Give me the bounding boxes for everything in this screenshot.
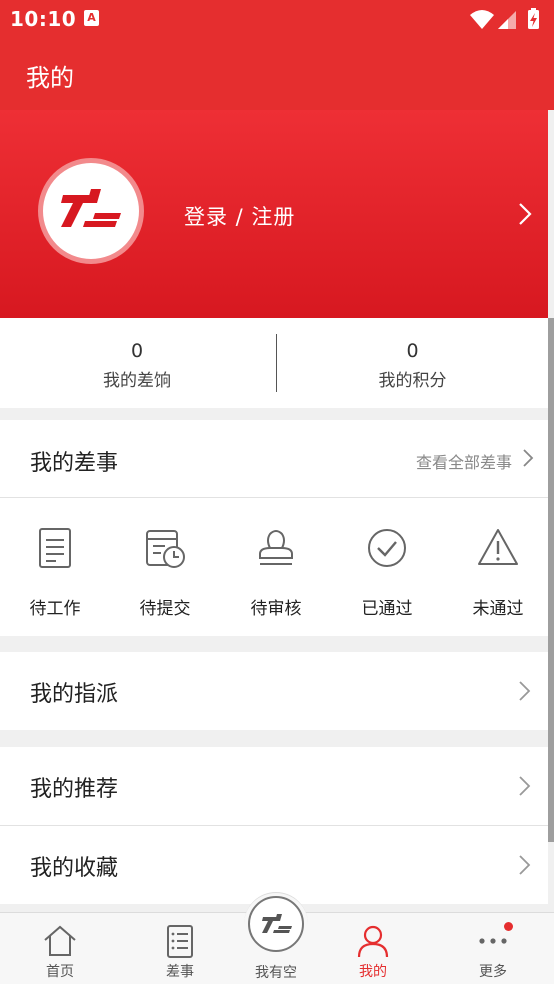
tab-label: 差事 (166, 964, 194, 980)
errands-header[interactable]: 我的差事 查看全部差事 (0, 420, 548, 498)
menu-item-assignments[interactable]: 我的指派 (0, 652, 548, 730)
status-pending-work[interactable]: 待工作 (0, 520, 110, 630)
warning-icon (478, 529, 518, 565)
view-all-link[interactable]: 查看全部差事 (416, 449, 512, 473)
tab-mine[interactable]: 我的 (318, 913, 428, 984)
menu-label: 我的收藏 (30, 856, 119, 881)
scrollbar[interactable] (548, 318, 554, 842)
notification-badge (504, 922, 513, 931)
stat-value: 0 (406, 340, 419, 362)
check-circle-icon (368, 529, 406, 567)
tab-available[interactable] (248, 896, 304, 952)
status-label: 未通过 (472, 599, 524, 619)
status-label: 已通过 (361, 599, 413, 619)
status-rejected[interactable]: 未通过 (443, 520, 553, 630)
menu-item-recommendations[interactable]: 我的推荐 (0, 747, 548, 825)
chevron-right-icon (519, 776, 531, 796)
login-register-link[interactable]: 登录 / 注册 (184, 201, 295, 231)
system-status-icons (470, 8, 539, 29)
status-approved[interactable]: 已通过 (332, 520, 442, 630)
calendar-clock-icon (146, 530, 185, 568)
stat-label: 我的积分 (378, 371, 447, 391)
chevron-right-icon (523, 449, 534, 467)
status-bar: 10:10 A (0, 0, 554, 38)
status-pending-review[interactable]: 待审核 (221, 520, 331, 630)
app-header: 我的 (0, 38, 554, 110)
wifi-icon (470, 10, 494, 29)
status-time: 10:10 (10, 7, 77, 31)
document-icon (39, 528, 71, 568)
app-logo-icon (61, 189, 121, 227)
notification-icon: A (84, 10, 99, 26)
menu-label: 我的指派 (30, 682, 119, 707)
stat-value: 0 (130, 340, 144, 362)
screen: 10:10 A 我的 登录 / 注册 0 我的差饷 0 我的积分 我的差事 查看… (0, 0, 554, 984)
chevron-right-icon (519, 855, 531, 875)
tab-label: 我有空 (255, 965, 297, 981)
tab-errands[interactable]: 差事 (125, 913, 235, 984)
stat-points[interactable]: 0 我的积分 (277, 318, 548, 408)
stats-panel: 0 我的差饷 0 我的积分 (0, 318, 548, 408)
tab-home[interactable]: 首页 (5, 913, 115, 984)
status-label: 待提交 (139, 599, 191, 619)
errands-card: 我的差事 查看全部差事 待工作 待提交 待审核 已通过 未通过 (0, 420, 548, 636)
chevron-right-icon (519, 681, 531, 701)
battery-charging-icon (528, 8, 539, 29)
tab-label: 更多 (479, 964, 507, 980)
menu-label: 我的推荐 (30, 777, 119, 802)
avatar[interactable] (38, 158, 144, 264)
user-icon (357, 925, 389, 958)
tab-more[interactable]: 更多 (438, 913, 548, 984)
tab-label: 首页 (46, 964, 74, 980)
stat-salary[interactable]: 0 我的差饷 (0, 318, 274, 408)
stamp-icon (259, 530, 293, 565)
page-title: 我的 (26, 64, 74, 92)
app-logo-icon (262, 914, 292, 933)
profile-banner[interactable]: 登录 / 注册 (0, 110, 548, 318)
section-title: 我的差事 (30, 451, 119, 476)
list-icon (167, 925, 193, 958)
status-pending-submit[interactable]: 待提交 (110, 520, 220, 630)
status-label: 待工作 (29, 599, 81, 619)
tab-label: 我的 (359, 964, 387, 980)
home-icon (44, 925, 76, 956)
stat-label: 我的差饷 (103, 371, 171, 391)
chevron-right-icon (519, 203, 532, 225)
status-label: 待审核 (250, 599, 302, 619)
